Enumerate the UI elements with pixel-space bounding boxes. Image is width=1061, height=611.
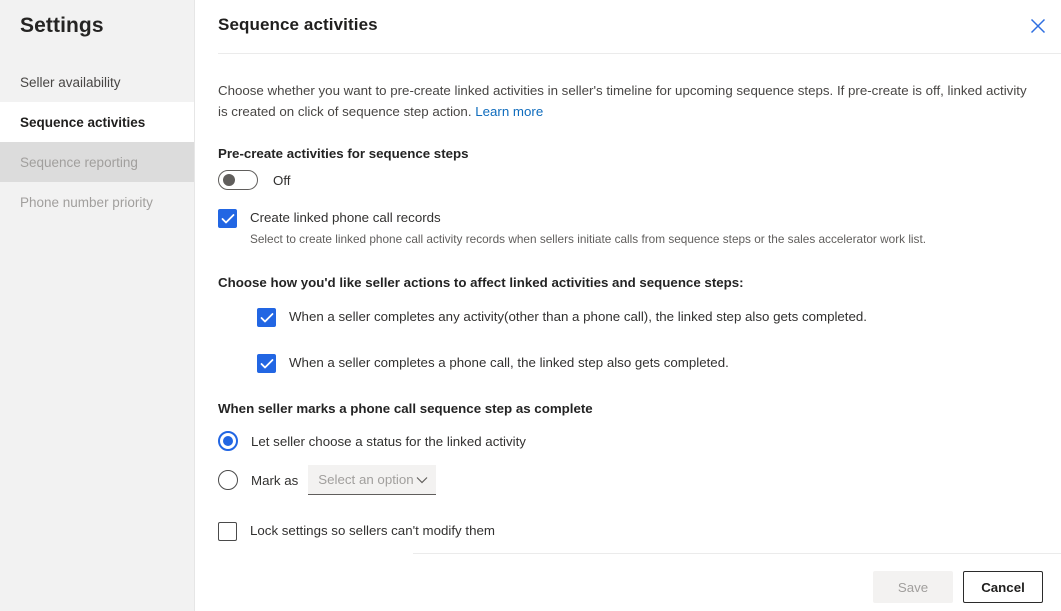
mark-complete-option-1-radio[interactable] (218, 431, 238, 451)
lock-settings-label: Lock settings so sellers can't modify th… (250, 521, 495, 540)
sidebar-item-label: Seller availability (20, 75, 121, 90)
seller-actions-heading: Choose how you'd like seller actions to … (218, 275, 1038, 290)
sidebar-item-label: Phone number priority (20, 195, 153, 210)
linked-call-records-checkbox[interactable] (218, 209, 237, 228)
precreate-toggle[interactable] (218, 170, 258, 190)
panel-description: Choose whether you want to pre-create li… (218, 80, 1028, 122)
panel-body: Choose whether you want to pre-create li… (195, 80, 1061, 541)
mark-complete-heading: When seller marks a phone call sequence … (218, 401, 1038, 416)
sidebar-nav: Seller availability Sequence activities … (0, 62, 194, 222)
precreate-label: Pre-create activities for sequence steps (218, 146, 1038, 161)
linked-call-records-label: Create linked phone call records (250, 208, 926, 227)
sidebar-item-label: Sequence activities (20, 115, 145, 130)
lock-settings-checkbox[interactable] (218, 522, 237, 541)
panel-footer: Save Cancel (873, 571, 1043, 603)
linked-call-records-description: Select to create linked phone call activ… (250, 231, 926, 247)
seller-action-option-1-text: When a seller completes any activity(oth… (289, 307, 867, 326)
seller-action-option-2-row: When a seller completes a phone call, th… (257, 353, 1038, 373)
mark-as-dropdown-value: Select an option (318, 472, 413, 487)
precreate-toggle-row: Off (218, 170, 1038, 190)
chevron-down-icon (416, 476, 428, 484)
page-title: Sequence activities (218, 15, 378, 35)
checkmark-icon (260, 312, 274, 324)
settings-panel: Sequence activities Choose whether you w… (195, 0, 1061, 611)
mark-complete-option-1-row[interactable]: Let seller choose a status for the linke… (218, 431, 1038, 451)
mark-complete-option-2-label: Mark as (251, 473, 298, 488)
sidebar-item-phone-number-priority[interactable]: Phone number priority (0, 182, 194, 222)
save-button[interactable]: Save (873, 571, 953, 603)
mark-complete-option-2-row[interactable]: Mark as Select an option (218, 465, 1038, 495)
precreate-toggle-state: Off (273, 173, 291, 188)
panel-header: Sequence activities (195, 0, 1061, 53)
close-icon (1030, 18, 1046, 34)
sidebar-item-seller-availability[interactable]: Seller availability (0, 62, 194, 102)
learn-more-link[interactable]: Learn more (475, 104, 543, 119)
linked-call-records-text: Create linked phone call records Select … (250, 208, 926, 247)
mark-complete-option-2-radio[interactable] (218, 470, 238, 490)
settings-dialog: Settings Seller availability Sequence ac… (0, 0, 1061, 611)
mark-complete-option-1-label: Let seller choose a status for the linke… (251, 434, 526, 449)
sidebar-item-label: Sequence reporting (20, 155, 138, 170)
seller-action-option-2-checkbox[interactable] (257, 354, 276, 373)
sidebar-item-sequence-activities[interactable]: Sequence activities (0, 102, 194, 142)
cancel-button[interactable]: Cancel (963, 571, 1043, 603)
lock-settings-text: Lock settings so sellers can't modify th… (250, 521, 495, 540)
seller-action-option-1-row: When a seller completes any activity(oth… (257, 307, 1038, 327)
header-divider (218, 53, 1061, 54)
sidebar-item-sequence-reporting[interactable]: Sequence reporting (0, 142, 194, 182)
footer-divider (413, 553, 1061, 554)
panel-description-text: Choose whether you want to pre-create li… (218, 83, 1027, 119)
linked-call-records-row: Create linked phone call records Select … (218, 208, 1038, 247)
seller-action-option-2-text: When a seller completes a phone call, th… (289, 353, 729, 372)
sidebar-title: Settings (0, 0, 194, 38)
seller-action-option-1-label: When a seller completes any activity(oth… (289, 307, 867, 326)
mark-as-dropdown[interactable]: Select an option (308, 465, 436, 495)
toggle-knob (223, 174, 235, 186)
lock-settings-row: Lock settings so sellers can't modify th… (218, 521, 1038, 541)
checkmark-icon (221, 213, 235, 225)
close-button[interactable] (1022, 10, 1054, 42)
settings-sidebar: Settings Seller availability Sequence ac… (0, 0, 195, 611)
seller-action-option-1-checkbox[interactable] (257, 308, 276, 327)
seller-action-option-2-label: When a seller completes a phone call, th… (289, 353, 729, 372)
checkmark-icon (260, 358, 274, 370)
